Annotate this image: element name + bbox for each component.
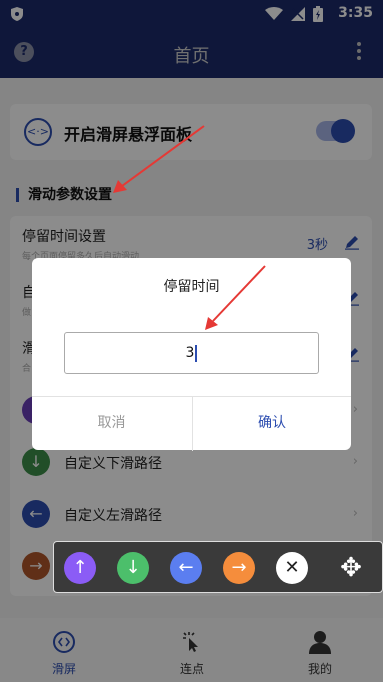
annotation-arrow-1 — [113, 125, 205, 193]
annotation-arrows — [113, 125, 266, 330]
annotation-arrow-2 — [205, 265, 266, 330]
